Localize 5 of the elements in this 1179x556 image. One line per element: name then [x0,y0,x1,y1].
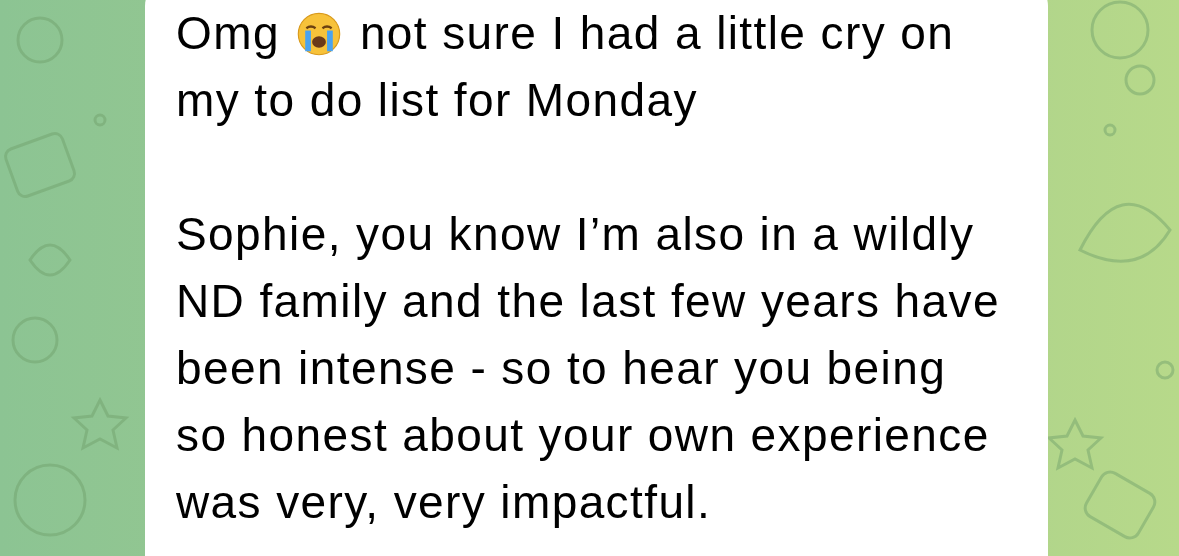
message-text: Sophie, you know I’m also in a wildly ND family and the last few years have been intense - so to hear you being so honest about your own experience was very, very impactful. [176,207,1001,530]
message-text: Omg [176,6,280,61]
message-text: not sure I had a little cry on [359,6,955,61]
crying-emoji-icon [295,10,342,57]
message-text: my to do list for Monday [176,73,699,128]
